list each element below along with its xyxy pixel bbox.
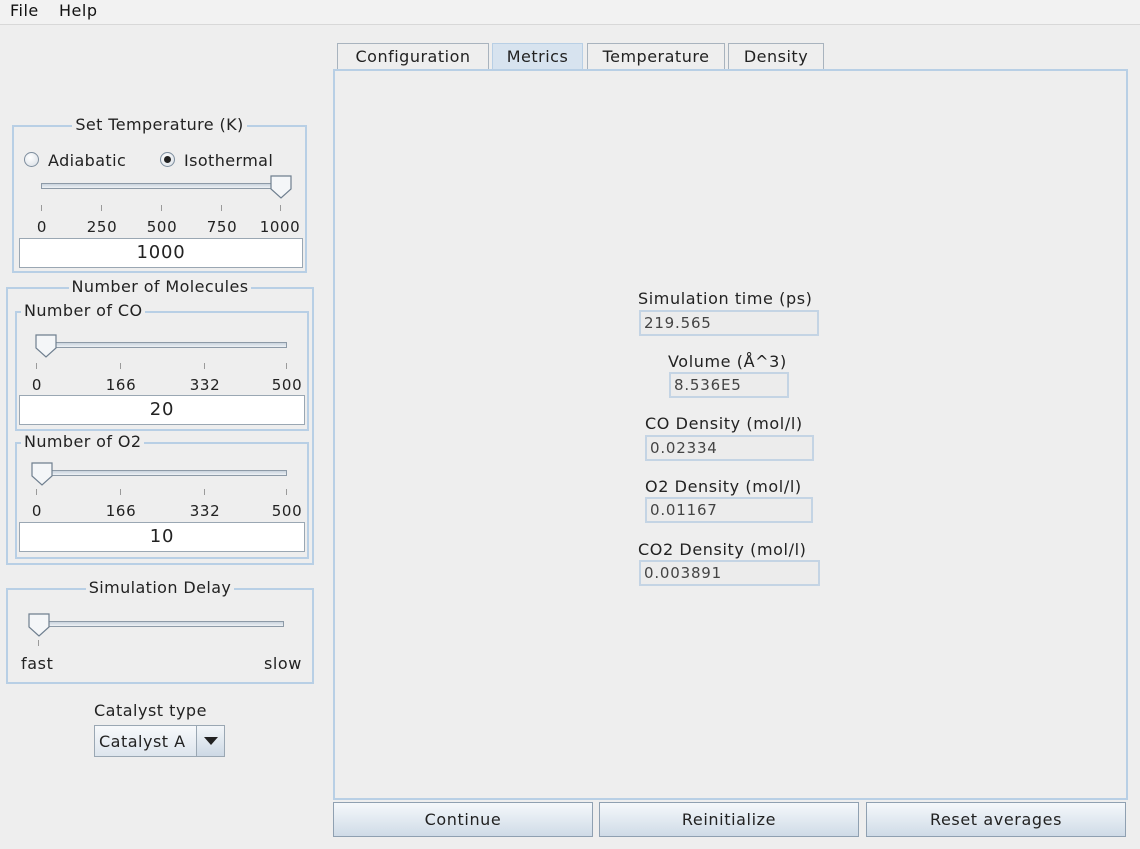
o2-tick-label: 0 — [31, 502, 43, 520]
reset-averages-button[interactable]: Reset averages — [866, 802, 1126, 837]
temperature-slider-track[interactable] — [41, 183, 281, 189]
temperature-tick — [101, 205, 102, 211]
co-density-field: 0.02334 — [645, 435, 814, 461]
co-tick-label: 166 — [105, 376, 137, 394]
delay-slider-track[interactable] — [36, 621, 284, 627]
co-tick — [286, 363, 287, 369]
tab-temperature[interactable]: Temperature — [587, 43, 725, 70]
delay-panel-title: Simulation Delay — [85, 578, 235, 597]
delay-fast-label: fast — [21, 654, 54, 673]
co-tick — [36, 363, 37, 369]
temperature-panel: Set Temperature (K) Adiabatic Isothermal… — [12, 115, 307, 273]
delay-panel: Simulation Delay fast slow — [6, 578, 314, 684]
volume-label: Volume (Å^3) — [668, 352, 787, 371]
metrics-panel: Simulation time (ps) 219.565 Volume (Å^3… — [333, 69, 1128, 800]
simulation-time-label: Simulation time (ps) — [638, 289, 813, 308]
o2-panel: Number of O2 0 166 332 500 10 — [15, 432, 309, 559]
o2-tick — [204, 489, 205, 495]
temperature-tick-label: 500 — [146, 218, 178, 236]
temperature-tick-label: 0 — [36, 218, 48, 236]
co-tick — [204, 363, 205, 369]
temperature-tick — [161, 205, 162, 211]
molecules-panel-title: Number of Molecules — [68, 277, 252, 296]
co-tick-label: 500 — [271, 376, 303, 394]
delay-tick — [38, 640, 39, 646]
temperature-tick-label: 250 — [86, 218, 118, 236]
temperature-tick — [41, 205, 42, 211]
menu-help[interactable]: Help — [59, 1, 97, 20]
catalyst-dropdown[interactable]: Catalyst A — [94, 725, 225, 757]
chevron-down-icon[interactable] — [196, 726, 224, 756]
o2-tick — [36, 489, 37, 495]
temperature-value-field[interactable]: 1000 — [19, 238, 303, 268]
temperature-tick-label: 750 — [206, 218, 238, 236]
catalyst-type-label: Catalyst type — [94, 701, 207, 720]
co2-density-field: 0.003891 — [639, 560, 820, 586]
co-panel-title: Number of CO — [21, 301, 146, 320]
continue-button[interactable]: Continue — [333, 802, 593, 837]
co-density-label: CO Density (mol/l) — [645, 414, 803, 433]
co-tick — [120, 363, 121, 369]
tab-configuration[interactable]: Configuration — [337, 43, 489, 70]
isothermal-label: Isothermal — [184, 151, 274, 170]
reinitialize-button[interactable]: Reinitialize — [599, 802, 859, 837]
volume-field: 8.536E5 — [669, 372, 789, 398]
temperature-tick-label: 1000 — [259, 218, 301, 236]
co-slider-thumb[interactable] — [35, 334, 57, 358]
o2-panel-title: Number of O2 — [21, 432, 145, 451]
o2-slider-thumb[interactable] — [31, 462, 53, 486]
temperature-tick — [280, 205, 281, 211]
delay-slider-thumb[interactable] — [28, 613, 50, 637]
o2-tick-label: 166 — [105, 502, 137, 520]
o2-tick — [286, 489, 287, 495]
o2-tick-label: 500 — [271, 502, 303, 520]
co-tick-label: 332 — [189, 376, 221, 394]
o2-density-field: 0.01167 — [645, 497, 813, 523]
o2-tick-label: 332 — [189, 502, 221, 520]
co2-density-label: CO2 Density (mol/l) — [638, 540, 807, 559]
catalyst-selected-value: Catalyst A — [99, 732, 186, 751]
molecules-panel: Number of Molecules Number of CO 0 166 3… — [6, 277, 314, 565]
o2-tick — [120, 489, 121, 495]
o2-density-label: O2 Density (mol/l) — [645, 477, 802, 496]
adiabatic-label: Adiabatic — [48, 151, 127, 170]
co-panel: Number of CO 0 166 332 500 20 — [15, 301, 309, 431]
o2-slider-track[interactable] — [37, 470, 287, 476]
o2-value-field[interactable]: 10 — [19, 522, 305, 552]
simulation-time-field: 219.565 — [639, 310, 819, 336]
menu-bar: File Help — [0, 0, 1140, 25]
delay-slow-label: slow — [263, 654, 302, 673]
temperature-slider-thumb[interactable] — [270, 175, 292, 199]
tab-metrics[interactable]: Metrics — [492, 43, 583, 70]
co-slider-track[interactable] — [37, 342, 287, 348]
temperature-tick — [221, 205, 222, 211]
adiabatic-radio-circle[interactable] — [24, 152, 39, 167]
menu-file[interactable]: File — [10, 1, 39, 20]
temperature-panel-title: Set Temperature (K) — [72, 115, 247, 134]
isothermal-radio-circle[interactable] — [160, 152, 175, 167]
co-tick-label: 0 — [31, 376, 43, 394]
co-value-field[interactable]: 20 — [19, 395, 305, 425]
tab-density[interactable]: Density — [728, 43, 824, 70]
